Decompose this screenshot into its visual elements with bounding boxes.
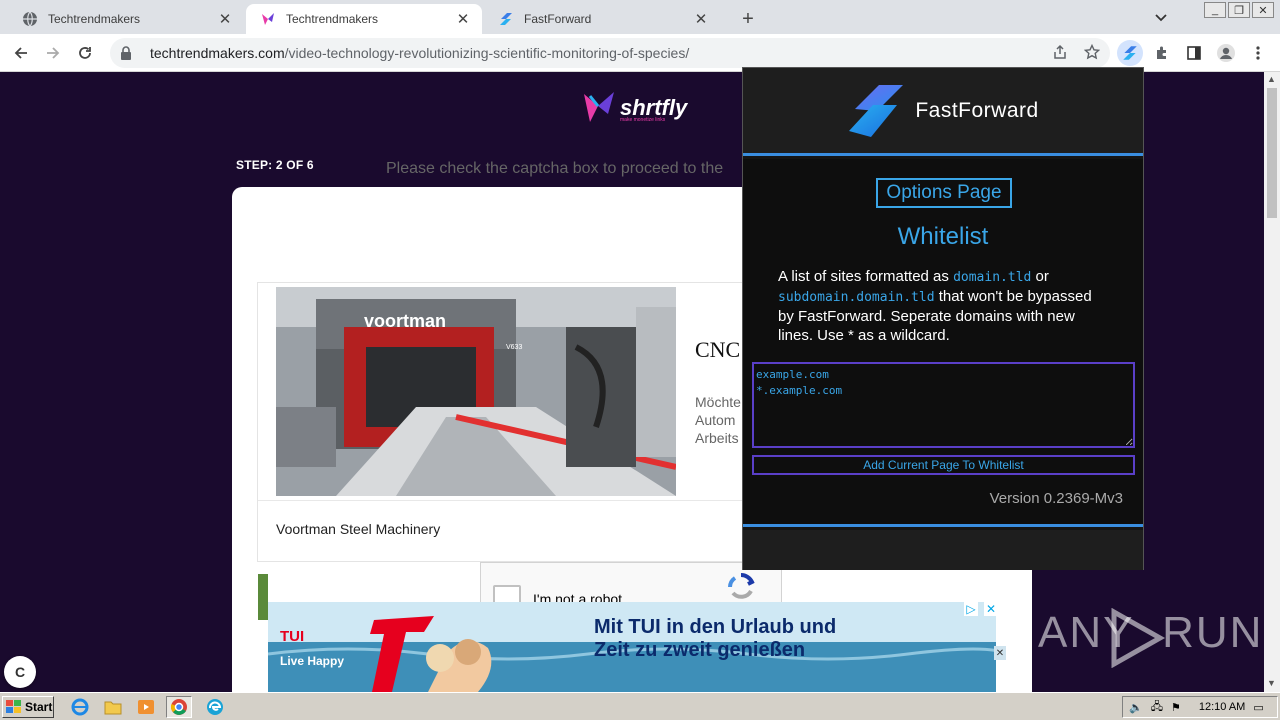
desc-code-domain: domain.tld bbox=[953, 270, 1032, 285]
anyrun-watermark: ANY RUN bbox=[1038, 608, 1263, 668]
ad-dismiss-icon[interactable]: ✕ bbox=[994, 646, 1006, 660]
start-label: Start bbox=[25, 700, 53, 714]
flag-icon[interactable]: ⚑ bbox=[1171, 701, 1181, 714]
url-path: /video-technology-revolutionizing-scient… bbox=[284, 45, 690, 61]
tab-title: Techtrendmakers bbox=[48, 12, 141, 26]
desc-code-subdomain: subdomain.domain.tld bbox=[778, 290, 935, 305]
fastforward-extension-button[interactable] bbox=[1117, 40, 1143, 66]
lock-icon bbox=[120, 46, 138, 60]
shrtfly-bird-icon bbox=[584, 92, 614, 122]
tui-logo: TUI bbox=[280, 628, 305, 645]
tui-headline-line: Mit TUI in den Urlaub und bbox=[594, 616, 837, 638]
ad-title[interactable]: CNC bbox=[695, 337, 740, 363]
reload-button[interactable] bbox=[72, 40, 98, 66]
share-icon[interactable] bbox=[1052, 44, 1068, 63]
url-domain: techtrendmakers.com bbox=[150, 45, 285, 61]
media-player-icon[interactable] bbox=[136, 697, 156, 717]
options-page-button[interactable]: Options Page bbox=[876, 178, 1012, 208]
close-icon[interactable]: ✕ bbox=[216, 10, 234, 28]
fastforward-logo-icon bbox=[849, 84, 904, 137]
forward-button[interactable] bbox=[40, 40, 66, 66]
tab-techtrendmakers-2[interactable]: Techtrendmakers ✕ bbox=[246, 4, 482, 34]
page-scrollbar[interactable]: ▲ ▼ bbox=[1264, 72, 1280, 692]
folder-icon[interactable] bbox=[103, 697, 123, 717]
close-icon[interactable]: ✕ bbox=[692, 10, 710, 28]
windows-logo-icon bbox=[6, 700, 21, 713]
volume-icon[interactable]: 🔈 bbox=[1129, 701, 1143, 714]
captcha-instruction: Please check the captcha box to proceed … bbox=[386, 160, 724, 177]
windows-taskbar: Start 🔈 🖧 ⚑ 12:10 AM ▭ bbox=[0, 692, 1280, 720]
fastforward-popup: FastForward Options Page Whitelist A lis… bbox=[742, 67, 1144, 570]
tab-title: Techtrendmakers bbox=[286, 12, 379, 26]
whitelist-heading: Whitelist bbox=[897, 223, 989, 250]
voortman-wordmark: voortman bbox=[364, 311, 447, 331]
version-label: Version 0.2369-Mv3 bbox=[989, 490, 1123, 507]
ff-header: FastForward bbox=[743, 68, 1143, 156]
scroll-down-arrow[interactable]: ▼ bbox=[1267, 678, 1276, 688]
tui-headline-line: Zeit zu zweit genießen bbox=[594, 639, 806, 661]
scroll-up-arrow[interactable]: ▲ bbox=[1267, 74, 1276, 84]
side-decoration bbox=[258, 574, 268, 620]
network-icon[interactable]: 🖧 bbox=[1151, 698, 1163, 717]
ad-choices: ▷ ✕ bbox=[964, 602, 998, 616]
tab-strip: Techtrendmakers ✕ Techtrendmakers ✕ Fast… bbox=[0, 0, 1280, 34]
ie-icon[interactable] bbox=[70, 697, 90, 717]
close-icon[interactable]: ✕ bbox=[454, 10, 472, 28]
adchoices-icon[interactable]: ▷ bbox=[964, 602, 978, 616]
chevron-down-icon[interactable] bbox=[1150, 8, 1172, 28]
close-window-button[interactable]: ✕ bbox=[1252, 2, 1274, 18]
ff-footer bbox=[743, 530, 1143, 570]
whitelist-textarea[interactable]: example.com *.example.com bbox=[752, 362, 1135, 448]
extensions-puzzle-icon[interactable] bbox=[1149, 40, 1175, 66]
edge-icon[interactable] bbox=[205, 697, 225, 717]
whitelist-description: A list of sites formatted as domain.tld … bbox=[778, 267, 1108, 345]
kebab-menu-icon[interactable] bbox=[1245, 40, 1271, 66]
new-tab-button[interactable]: + bbox=[736, 7, 760, 31]
profile-avatar[interactable] bbox=[1213, 40, 1239, 66]
logo-tagline: make monetize links bbox=[620, 117, 666, 123]
clock: 12:10 AM bbox=[1198, 701, 1246, 713]
restore-button[interactable]: ❐ bbox=[1228, 2, 1250, 18]
shrtfly-logo[interactable]: shrtfly make monetize links bbox=[582, 90, 687, 126]
ad-image[interactable]: voortman V633 bbox=[276, 287, 676, 496]
step-indicator: STEP: 2 OF 6 bbox=[236, 158, 314, 172]
play-triangle-icon bbox=[1111, 608, 1166, 668]
desc-text: or bbox=[1031, 268, 1049, 285]
chat-bubble-button[interactable]: C bbox=[4, 656, 36, 688]
tab-techtrendmakers-1[interactable]: Techtrendmakers ✕ bbox=[8, 4, 244, 34]
show-desktop-icon[interactable]: ▭ bbox=[1253, 701, 1263, 714]
machine-label: V633 bbox=[506, 344, 523, 351]
ff-body: Options Page Whitelist A list of sites f… bbox=[743, 159, 1143, 527]
scroll-thumb[interactable] bbox=[1267, 88, 1277, 218]
ff-title: FastForward bbox=[915, 98, 1039, 122]
globe-icon bbox=[22, 11, 38, 27]
machinery-image bbox=[276, 287, 676, 496]
window-controls: _ ❐ ✕ bbox=[1204, 2, 1274, 18]
address-bar[interactable]: techtrendmakers.com/video-technology-rev… bbox=[110, 38, 1110, 68]
tab-title: FastForward bbox=[524, 12, 592, 26]
ad-advertiser[interactable]: Voortman Steel Machinery bbox=[276, 521, 440, 537]
tui-ad-banner[interactable]: TUI Live Happy Mit TUI in den Urlaub und… bbox=[268, 602, 996, 692]
side-panel-icon[interactable] bbox=[1181, 40, 1207, 66]
start-button[interactable]: Start bbox=[2, 696, 54, 718]
tui-slogan: Live Happy bbox=[280, 654, 345, 668]
add-current-page-button[interactable]: Add Current Page To Whitelist bbox=[752, 455, 1135, 475]
desc-text: A list of sites formatted as bbox=[778, 268, 954, 285]
tab-fastforward[interactable]: FastForward ✕ bbox=[484, 4, 720, 34]
voortman-ad[interactable]: voortman V633 CNC Möchte Autom Arbeits V… bbox=[257, 282, 777, 562]
bookmark-star-icon[interactable] bbox=[1083, 43, 1101, 63]
ad-divider bbox=[258, 500, 776, 501]
back-button[interactable] bbox=[8, 40, 34, 66]
system-tray: 🔈 🖧 ⚑ 12:10 AM ▭ bbox=[1122, 696, 1278, 718]
ad-close-icon[interactable]: ✕ bbox=[984, 602, 998, 616]
chrome-taskbar-icon[interactable] bbox=[166, 696, 192, 718]
tui-headline: Mit TUI in den Urlaub und Zeit zu zweit … bbox=[594, 616, 836, 662]
fastforward-icon bbox=[498, 11, 514, 27]
shrtfly-icon bbox=[260, 11, 276, 27]
minimize-button[interactable]: _ bbox=[1204, 2, 1226, 18]
